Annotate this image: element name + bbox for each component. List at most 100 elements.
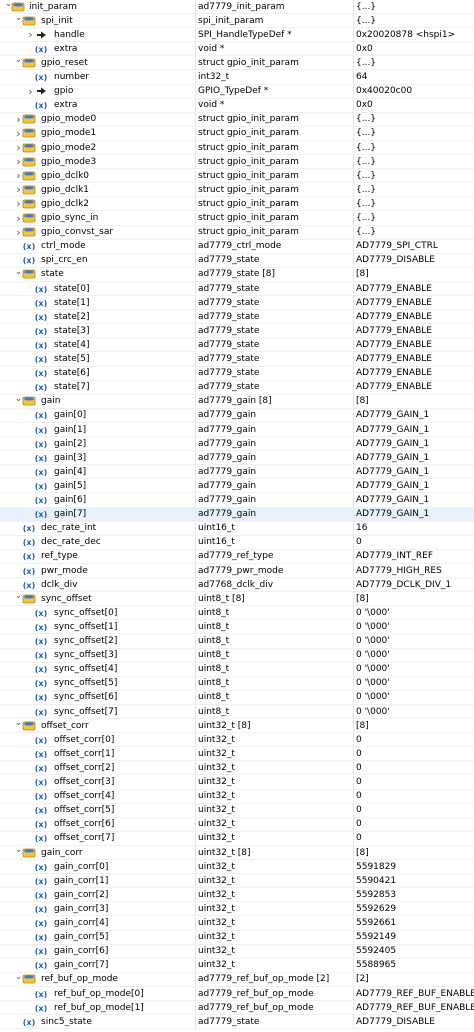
tree-row[interactable]: ⌄ gain_corr uint32_t [8] [8] — [0, 846, 474, 861]
value-cell[interactable]: 0 '\000' — [354, 620, 474, 633]
tree-row[interactable]: (x) offset_corr[5] uint32_t 0 — [0, 803, 474, 818]
tree-row[interactable]: (x) gain[0] ad7779_gain AD7779_GAIN_1 — [0, 408, 474, 423]
value-cell[interactable]: {...} — [354, 127, 474, 140]
value-cell[interactable]: AD7779_GAIN_1 — [354, 409, 474, 422]
value-cell[interactable]: AD7779_ENABLE — [354, 282, 474, 295]
value-cell[interactable]: 0 — [354, 804, 474, 817]
value-cell[interactable]: {...} — [354, 14, 474, 27]
value-cell[interactable]: 5592405 — [354, 945, 474, 958]
tree-row[interactable]: (x) gain_corr[1] uint32_t 5590421 — [0, 874, 474, 889]
tree-row[interactable]: (x) offset_corr[4] uint32_t 0 — [0, 789, 474, 804]
value-cell[interactable]: AD7779_DISABLE — [354, 1015, 474, 1028]
tree-row[interactable]: ⌄ gain ad7779_gain [8] [8] — [0, 394, 474, 409]
value-cell[interactable]: AD7779_REF_BUF_ENABLED — [354, 987, 474, 1000]
value-cell[interactable]: AD7779_GAIN_1 — [354, 423, 474, 436]
value-cell[interactable]: 0 '\000' — [354, 663, 474, 676]
tree-row[interactable]: (x) pwr_mode ad7779_pwr_mode AD7779_HIGH_RE… — [0, 564, 474, 579]
value-cell[interactable]: 0x20020878 <hspi1> — [354, 28, 474, 41]
value-cell[interactable]: {...} — [354, 56, 474, 69]
value-cell[interactable]: 0x40020c00 — [354, 85, 474, 98]
tree-row[interactable]: (x) state[5] ad7779_state AD7779_ENABLE — [0, 352, 474, 367]
tree-row[interactable]: (x) gain_corr[0] uint32_t 5591829 — [0, 860, 474, 875]
value-cell[interactable]: 5588965 — [354, 959, 474, 972]
value-cell[interactable]: AD7779_HIGH_RES — [354, 564, 474, 577]
tree-row[interactable]: (x) offset_corr[1] uint32_t 0 — [0, 747, 474, 762]
value-cell[interactable]: 0 '\000' — [354, 677, 474, 690]
value-cell[interactable]: AD7779_DCLK_DIV_1 — [354, 578, 474, 591]
tree-row[interactable]: (x) ctrl_mode ad7779_ctrl_mode AD7779_SPI_C… — [0, 239, 474, 254]
tree-row[interactable]: › handle SPI_HandleTypeDef * 0x20020878 <hs… — [0, 28, 474, 43]
value-cell[interactable]: AD7779_GAIN_1 — [354, 494, 474, 507]
tree-row[interactable]: (x) gain_corr[3] uint32_t 5592629 — [0, 902, 474, 917]
tree-row[interactable]: ⌄ sync_offset uint8_t [8] [8] — [0, 592, 474, 607]
value-cell[interactable]: [8] — [354, 592, 474, 605]
tree-row[interactable]: (x) state[3] ad7779_state AD7779_ENABLE — [0, 324, 474, 339]
tree-row[interactable]: (x) dclk_div ad7768_dclk_div AD7779_DCLK_DI… — [0, 578, 474, 593]
tree-row[interactable]: (x) sync_offset[7] uint8_t 0 '\000' — [0, 705, 474, 720]
tree-row[interactable]: (x) gain[4] ad7779_gain AD7779_GAIN_1 — [0, 465, 474, 480]
value-cell[interactable]: {...} — [354, 0, 474, 13]
value-cell[interactable]: {...} — [354, 169, 474, 182]
tree-row[interactable]: › gpio_dclk2 struct gpio_init_param {...} — [0, 197, 474, 212]
tree-row[interactable]: ⌄ state ad7779_state [8] [8] — [0, 267, 474, 282]
tree-row[interactable]: (x) offset_corr[7] uint32_t 0 — [0, 831, 474, 846]
value-cell[interactable]: 0 '\000' — [354, 606, 474, 619]
value-cell[interactable]: AD7779_ENABLE — [354, 310, 474, 323]
tree-row[interactable]: (x) state[2] ad7779_state AD7779_ENABLE — [0, 310, 474, 325]
value-cell[interactable]: {...} — [354, 141, 474, 154]
value-cell[interactable]: [8] — [354, 268, 474, 281]
value-cell[interactable]: 0 — [354, 733, 474, 746]
value-cell[interactable]: 5591829 — [354, 860, 474, 873]
tree-row[interactable]: (x) gain_corr[6] uint32_t 5592405 — [0, 944, 474, 959]
tree-row[interactable]: ⌄ spi_init spi_init_param {...} — [0, 14, 474, 29]
value-cell[interactable]: AD7779_GAIN_1 — [354, 465, 474, 478]
tree-row[interactable]: (x) spi_crc_en ad7779_state AD7779_DISABLE — [0, 253, 474, 268]
value-cell[interactable]: AD7779_ENABLE — [354, 296, 474, 309]
tree-row[interactable]: (x) sync_offset[3] uint8_t 0 '\000' — [0, 648, 474, 663]
value-cell[interactable]: 64 — [354, 71, 474, 84]
value-cell[interactable]: AD7779_DISABLE — [354, 254, 474, 267]
tree-row[interactable]: (x) offset_corr[3] uint32_t 0 — [0, 775, 474, 790]
value-cell[interactable]: AD7779_ENABLE — [354, 353, 474, 366]
tree-row[interactable]: (x) gain[6] ad7779_gain AD7779_GAIN_1 — [0, 493, 474, 508]
value-cell[interactable]: {...} — [354, 197, 474, 210]
value-cell[interactable]: 0 — [354, 747, 474, 760]
value-cell[interactable]: AD7779_REF_BUF_ENABLED — [354, 1001, 474, 1014]
tree-row[interactable]: ⌄ ref_buf_op_mode ad7779_ref_buf_op_mode [… — [0, 972, 474, 987]
value-cell[interactable]: {...} — [354, 183, 474, 196]
value-cell[interactable]: 5592853 — [354, 888, 474, 901]
tree-row[interactable]: (x) gain_corr[2] uint32_t 5592853 — [0, 888, 474, 903]
value-cell[interactable]: AD7779_INT_REF — [354, 550, 474, 563]
tree-row[interactable]: (x) gain[3] ad7779_gain AD7779_GAIN_1 — [0, 451, 474, 466]
value-cell[interactable]: 0 '\000' — [354, 649, 474, 662]
tree-row[interactable]: (x) dec_rate_int uint16_t 16 — [0, 521, 474, 536]
tree-row[interactable]: › gpio_mode0 struct gpio_init_param {...} — [0, 112, 474, 127]
tree-row[interactable]: (x) sync_offset[1] uint8_t 0 '\000' — [0, 620, 474, 635]
value-cell[interactable]: 0 — [354, 761, 474, 774]
tree-row[interactable]: (x) offset_corr[2] uint32_t 0 — [0, 761, 474, 776]
value-cell[interactable]: [8] — [354, 719, 474, 732]
tree-row[interactable]: (x) gain[7] ad7779_gain AD7779_GAIN_1 — [0, 507, 474, 522]
tree-row[interactable]: (x) offset_corr[6] uint32_t 0 — [0, 817, 474, 832]
tree-row[interactable]: (x) gain[2] ad7779_gain AD7779_GAIN_1 — [0, 437, 474, 452]
tree-row[interactable]: (x) gain_corr[5] uint32_t 5592149 — [0, 930, 474, 945]
tree-row[interactable]: (x) offset_corr[0] uint32_t 0 — [0, 733, 474, 748]
value-cell[interactable]: [8] — [354, 846, 474, 859]
value-cell[interactable]: AD7779_ENABLE — [354, 324, 474, 337]
tree-row[interactable]: (x) sync_offset[6] uint8_t 0 '\000' — [0, 690, 474, 705]
value-cell[interactable]: AD7779_GAIN_1 — [354, 437, 474, 450]
value-cell[interactable]: 16 — [354, 522, 474, 535]
tree-row[interactable]: (x) sync_offset[5] uint8_t 0 '\000' — [0, 676, 474, 691]
tree-row[interactable]: ⌄ init_param ad7779_init_param {...} — [0, 0, 474, 15]
tree-row[interactable]: (x) gain_corr[7] uint32_t 5588965 — [0, 958, 474, 973]
tree-row[interactable]: › gpio_sync_in struct gpio_init_param {...} — [0, 211, 474, 226]
value-cell[interactable]: 0 — [354, 536, 474, 549]
value-cell[interactable]: AD7779_GAIN_1 — [354, 451, 474, 464]
value-cell[interactable]: AD7779_ENABLE — [354, 381, 474, 394]
tree-row[interactable]: (x) ref_type ad7779_ref_type AD7779_INT_REF — [0, 549, 474, 564]
value-cell[interactable]: 0 — [354, 790, 474, 803]
value-cell[interactable]: AD7779_ENABLE — [354, 338, 474, 351]
value-cell[interactable]: {...} — [354, 113, 474, 126]
tree-row[interactable]: (x) sync_offset[0] uint8_t 0 '\000' — [0, 606, 474, 621]
tree-row[interactable]: (x) sync_offset[2] uint8_t 0 '\000' — [0, 634, 474, 649]
